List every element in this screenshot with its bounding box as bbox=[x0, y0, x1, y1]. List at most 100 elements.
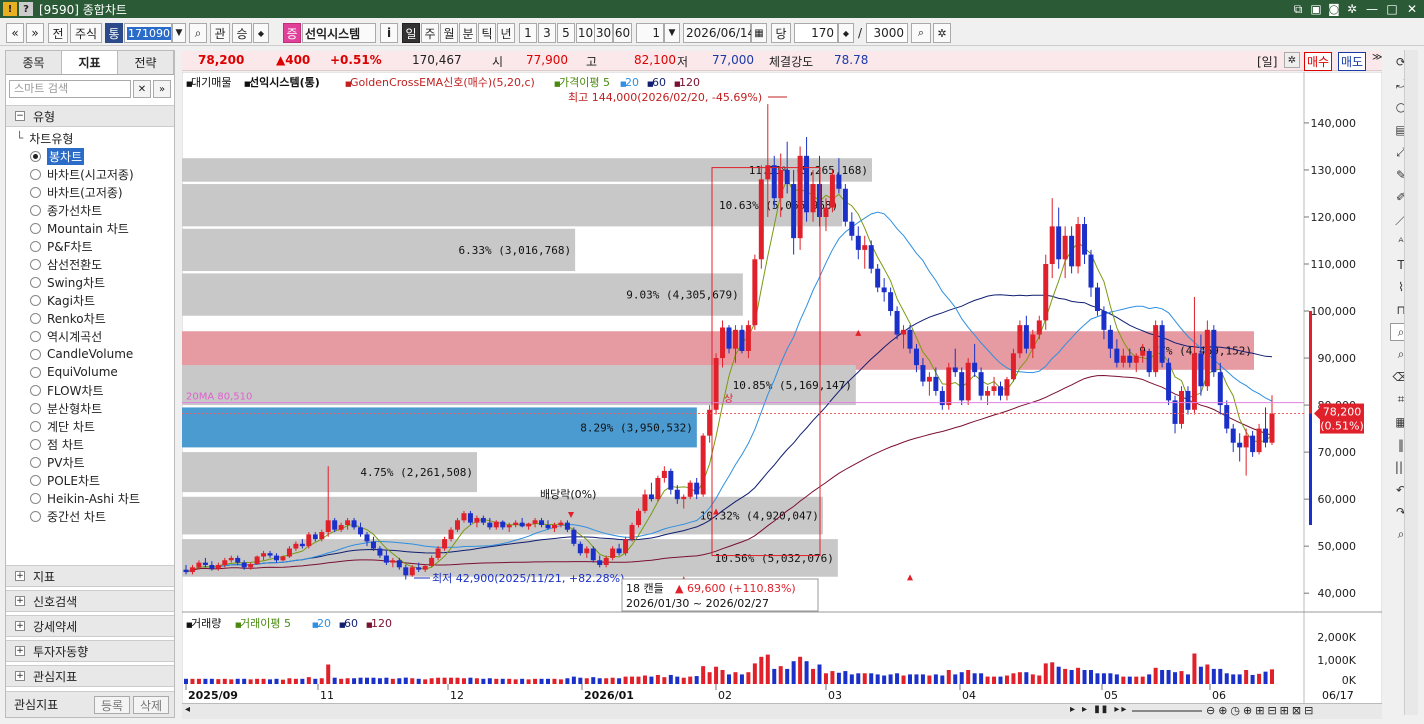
expand-icon[interactable]: + bbox=[15, 621, 25, 631]
vertical-scrollbar[interactable] bbox=[1404, 50, 1418, 715]
minute-3-button[interactable]: 3 bbox=[538, 23, 556, 43]
radio-icon[interactable] bbox=[30, 402, 41, 414]
spin-updown-icon[interactable]: ◆ bbox=[253, 23, 269, 43]
radio-icon[interactable] bbox=[30, 438, 41, 450]
group-type[interactable]: − 유형 bbox=[6, 105, 174, 127]
chart-type-item[interactable]: 점 차트 bbox=[6, 435, 174, 453]
total-input[interactable]: 3000 bbox=[866, 23, 908, 43]
zoom-search-icon[interactable]: ⌕ bbox=[911, 23, 931, 43]
maximize-icon[interactable]: □ bbox=[1382, 0, 1402, 18]
chart-type-item[interactable]: Kagi차트 bbox=[6, 291, 174, 309]
collapse-icon[interactable]: − bbox=[15, 111, 25, 121]
radio-icon[interactable] bbox=[30, 474, 41, 486]
minute-10-button[interactable]: 10 bbox=[576, 23, 595, 43]
group-strength[interactable]: + 강세약세 bbox=[6, 615, 174, 637]
chart-type-item[interactable]: Renko차트 bbox=[6, 309, 174, 327]
info-button[interactable]: i bbox=[380, 23, 398, 43]
copy-icon[interactable]: ▣ bbox=[1306, 0, 1326, 18]
group-investor[interactable]: + 투자자동향 bbox=[6, 640, 174, 662]
minute-60-button[interactable]: 60 bbox=[613, 23, 632, 43]
tab-stock[interactable]: 종목 bbox=[6, 51, 62, 74]
stock-type-button[interactable]: 주식 bbox=[70, 23, 102, 43]
toolbar-settings-icon[interactable]: ✲ bbox=[933, 23, 951, 43]
camera-icon[interactable]: ◙ bbox=[1324, 0, 1344, 18]
sell-button[interactable]: 매도 bbox=[1338, 52, 1367, 71]
group-indicator[interactable]: + 지표 bbox=[6, 565, 174, 587]
radio-icon[interactable] bbox=[30, 186, 41, 198]
radio-icon[interactable] bbox=[30, 492, 41, 504]
radio-icon[interactable] bbox=[30, 366, 41, 378]
chart-type-item[interactable]: 삼선전환도 bbox=[6, 255, 174, 273]
chart-type-item[interactable]: 봉차트 bbox=[6, 147, 174, 165]
stock-name-field[interactable]: 선익시스템 bbox=[302, 23, 376, 43]
tong-button[interactable]: 통 bbox=[105, 23, 123, 43]
radio-icon[interactable] bbox=[30, 384, 41, 396]
search-expand-icon[interactable]: » bbox=[153, 80, 171, 98]
buy-button[interactable]: 매수 bbox=[1304, 52, 1333, 71]
gwan-button[interactable]: 관 bbox=[210, 23, 230, 43]
close-icon[interactable]: ✕ bbox=[1402, 0, 1422, 18]
period-1-button[interactable]: 주 bbox=[421, 23, 439, 43]
radio-icon[interactable] bbox=[30, 204, 41, 216]
count-spin-icon[interactable]: ◆ bbox=[838, 23, 854, 43]
chart-type-item[interactable]: 종가선차트 bbox=[6, 201, 174, 219]
expand-icon[interactable]: + bbox=[15, 646, 25, 656]
chart-type-item[interactable]: Swing차트 bbox=[6, 273, 174, 291]
search-icon[interactable]: ⌕ bbox=[189, 23, 207, 43]
chart-type-item[interactable]: 바차트(시고저종) bbox=[6, 165, 174, 183]
seung-button[interactable]: 승 bbox=[232, 23, 252, 43]
radio-icon[interactable] bbox=[30, 294, 41, 306]
chart-type-item[interactable]: PV차트 bbox=[6, 453, 174, 471]
expand-icon[interactable]: + bbox=[15, 596, 25, 606]
nav-down-button[interactable]: » bbox=[26, 23, 44, 43]
scroll-right-icon[interactable]: ▸ bbox=[1070, 704, 1075, 715]
group-favorites[interactable]: + 관심지표 bbox=[6, 665, 174, 687]
period-count-input[interactable]: 1 bbox=[636, 23, 664, 43]
minute-30-button[interactable]: 30 bbox=[594, 23, 613, 43]
minute-5-button[interactable]: 5 bbox=[557, 23, 575, 43]
calendar-icon[interactable]: ▦ bbox=[751, 23, 767, 43]
radio-icon[interactable] bbox=[30, 510, 41, 522]
expand-icon[interactable]: + bbox=[15, 571, 25, 581]
minimize-icon[interactable]: — bbox=[1362, 0, 1382, 18]
chart-type-item[interactable]: FLOW차트 bbox=[6, 381, 174, 399]
period-dropdown-icon[interactable]: ▼ bbox=[664, 23, 680, 43]
playback-controls[interactable]: ▸ ▮▮ ▸▸ bbox=[1082, 704, 1128, 715]
zoom-slider[interactable] bbox=[1132, 710, 1202, 712]
radio-icon[interactable] bbox=[30, 312, 41, 324]
count-input[interactable]: 170 bbox=[794, 23, 838, 43]
period-3-button[interactable]: 분 bbox=[459, 23, 477, 43]
smart-search-input[interactable]: 스마트 검색 bbox=[9, 80, 131, 98]
chart-type-item[interactable]: EquiVolume bbox=[6, 363, 174, 381]
period-0-button[interactable]: 일 bbox=[402, 23, 420, 43]
chart-type-item[interactable]: CandleVolume bbox=[6, 345, 174, 363]
dang-button[interactable]: 당 bbox=[771, 23, 791, 43]
chart-type-item[interactable]: 분산형차트 bbox=[6, 399, 174, 417]
chart-type-item[interactable]: 계단 차트 bbox=[6, 417, 174, 435]
radio-icon[interactable] bbox=[30, 222, 41, 234]
chart-type-item[interactable]: P&F차트 bbox=[6, 237, 174, 255]
tab-strategy[interactable]: 전략 bbox=[118, 51, 174, 74]
chart-type-item[interactable]: Heikin-Ashi 차트 bbox=[6, 489, 174, 507]
minute-1-button[interactable]: 1 bbox=[519, 23, 537, 43]
jeung-badge[interactable]: 증 bbox=[283, 23, 301, 43]
radio-icon[interactable] bbox=[30, 258, 41, 270]
jeon-button[interactable]: 전 bbox=[48, 23, 68, 43]
volume-pane[interactable] bbox=[182, 611, 1382, 717]
nav-prev-button[interactable]: « bbox=[6, 23, 24, 43]
tree-root[interactable]: └ 차트유형 bbox=[6, 129, 73, 147]
chart-type-item[interactable]: 중간선 차트 bbox=[6, 507, 174, 525]
zoom-controls[interactable]: ⊖⊕◷⊕⊞⊟⊞⊠⊟ bbox=[1206, 704, 1316, 717]
chart-settings-icon[interactable]: ✲ bbox=[1284, 52, 1300, 68]
scroll-left-icon[interactable]: ◂ bbox=[185, 704, 190, 715]
link-icon[interactable]: ⧉ bbox=[1288, 0, 1308, 18]
chart-type-item[interactable]: POLE차트 bbox=[6, 471, 174, 489]
period-2-button[interactable]: 월 bbox=[440, 23, 458, 43]
panel-expand-icon[interactable]: ≫ bbox=[1372, 52, 1382, 63]
search-clear-icon[interactable]: ✕ bbox=[133, 80, 151, 98]
period-5-button[interactable]: 년 bbox=[497, 23, 515, 43]
tab-indicator[interactable]: 지표 bbox=[62, 51, 118, 74]
group-signal-search[interactable]: + 신호검색 bbox=[6, 590, 174, 612]
stock-code-input[interactable]: 171090 bbox=[124, 23, 172, 43]
settings-icon[interactable]: ✲ bbox=[1342, 0, 1362, 18]
